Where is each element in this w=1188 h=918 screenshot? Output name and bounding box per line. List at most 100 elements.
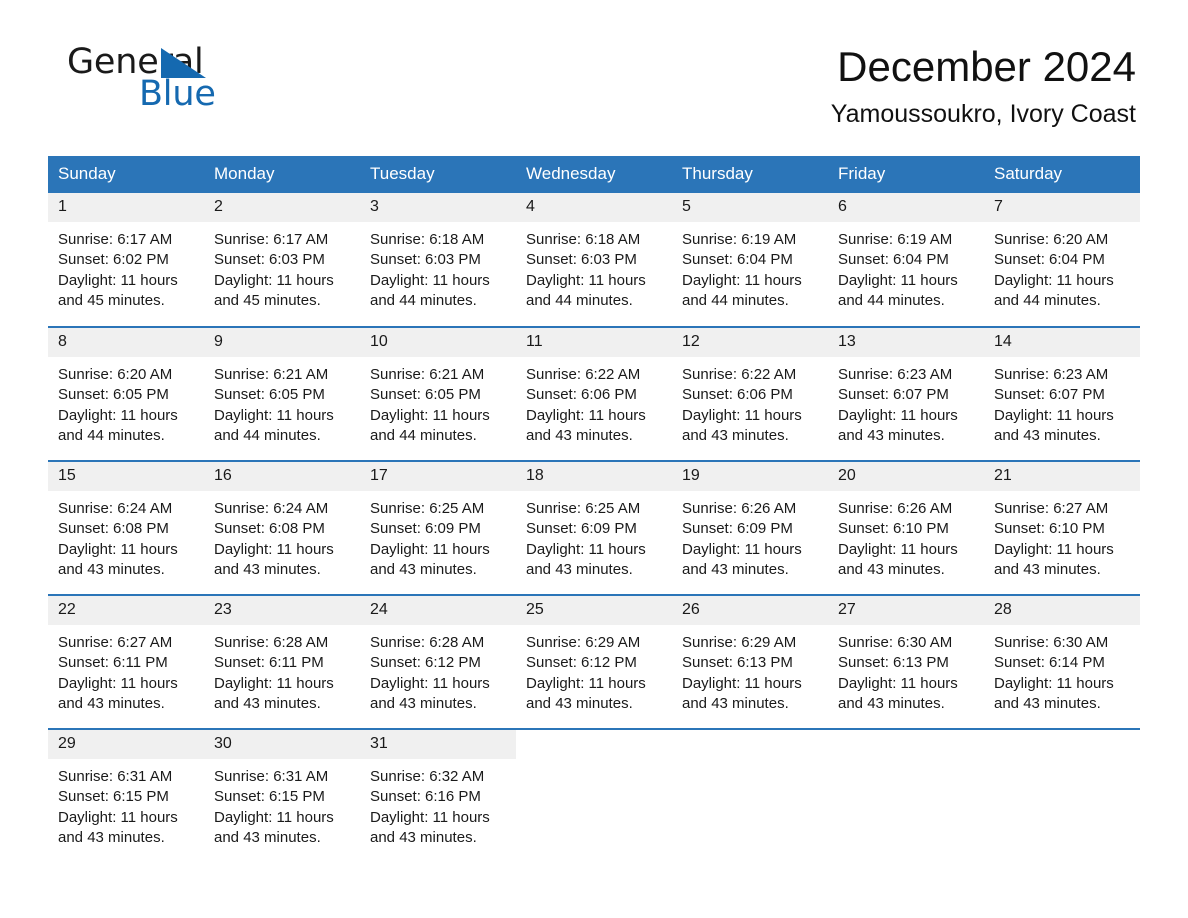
day-daylight-line1-text: Daylight: 11 hours xyxy=(214,540,334,558)
day-daylight-line1-text: Daylight: 11 hours xyxy=(370,271,490,289)
day-number: 18 xyxy=(516,462,672,491)
day-sunrise-text: Sunrise: 6:24 AM xyxy=(214,500,329,517)
day-number: 10 xyxy=(360,328,516,357)
day-daylight-line1-text: Daylight: 11 hours xyxy=(214,271,334,289)
day-daylight-line2-text: and 43 minutes. xyxy=(214,828,321,846)
day-daylight-line1-text: Daylight: 11 hours xyxy=(58,271,178,289)
day-number: 25 xyxy=(516,596,672,625)
calendar-day-cell[interactable]: 6 Sunrise: 6:19 AM Sunset: 6:04 PM Daylight… xyxy=(828,193,984,327)
day-daylight-line2-text: and 43 minutes. xyxy=(370,560,477,578)
day-daylight-line2-text: and 44 minutes. xyxy=(838,291,945,309)
calendar-day-cell[interactable]: 16 Sunrise: 6:24 AM Sunset: 6:08 PM Dayligh… xyxy=(204,461,360,595)
day-number: 28 xyxy=(984,596,1140,625)
calendar-page: General Blue December 2024 Yamoussoukro,… xyxy=(0,0,1188,918)
day-daylight-line1-text: Daylight: 11 hours xyxy=(682,674,802,692)
day-number: 22 xyxy=(48,596,204,625)
calendar-day-cell[interactable]: 17 Sunrise: 6:25 AM Sunset: 6:09 PM Dayligh… xyxy=(360,461,516,595)
calendar-day-cell[interactable]: 13 Sunrise: 6:23 AM Sunset: 6:07 PM Dayligh… xyxy=(828,327,984,461)
day-daylight-line2-text: and 43 minutes. xyxy=(58,694,165,712)
day-number: 5 xyxy=(672,193,828,222)
day-number: 21 xyxy=(984,462,1140,491)
day-sunset-text: Sunset: 6:07 PM xyxy=(994,386,1105,404)
day-daylight-line2-text: and 44 minutes. xyxy=(58,426,165,444)
day-daylight-line1-text: Daylight: 11 hours xyxy=(370,540,490,558)
day-daylight-line2-text: and 43 minutes. xyxy=(370,694,477,712)
day-sunrise-text: Sunrise: 6:18 AM xyxy=(370,231,485,248)
calendar-day-cell[interactable]: 28 Sunrise: 6:30 AM Sunset: 6:14 PM Dayligh… xyxy=(984,595,1140,729)
day-details: Sunrise: 6:20 AM Sunset: 6:05 PM Daylight:… xyxy=(48,357,204,446)
day-sunset-text: Sunset: 6:05 PM xyxy=(214,386,325,404)
calendar-day-cell[interactable]: 11 Sunrise: 6:22 AM Sunset: 6:06 PM Dayligh… xyxy=(516,327,672,461)
day-sunset-text: Sunset: 6:13 PM xyxy=(682,654,793,672)
day-daylight-line1-text: Daylight: 11 hours xyxy=(682,540,802,558)
day-details: Sunrise: 6:19 AM Sunset: 6:04 PM Daylight:… xyxy=(828,222,984,311)
calendar-day-cell[interactable]: 15 Sunrise: 6:24 AM Sunset: 6:08 PM Dayligh… xyxy=(48,461,204,595)
day-details xyxy=(984,759,1140,767)
day-number xyxy=(672,730,828,759)
day-sunrise-text: Sunrise: 6:21 AM xyxy=(370,366,485,383)
day-sunrise-text: Sunrise: 6:29 AM xyxy=(526,634,641,651)
day-number: 15 xyxy=(48,462,204,491)
calendar-day-cell[interactable]: 8 Sunrise: 6:20 AM Sunset: 6:05 PM Daylight… xyxy=(48,327,204,461)
day-sunset-text: Sunset: 6:11 PM xyxy=(58,654,168,672)
title-block: December 2024 Yamoussoukro, Ivory Coast xyxy=(831,42,1136,129)
general-blue-logo[interactable]: General Blue xyxy=(58,43,328,115)
day-daylight-line2-text: and 43 minutes. xyxy=(58,828,165,846)
day-sunset-text: Sunset: 6:11 PM xyxy=(214,654,324,672)
day-daylight-line1-text: Daylight: 11 hours xyxy=(526,271,646,289)
day-sunset-text: Sunset: 6:05 PM xyxy=(58,386,169,404)
day-daylight-line2-text: and 43 minutes. xyxy=(838,426,945,444)
day-number: 2 xyxy=(204,193,360,222)
calendar-day-cell[interactable]: 3 Sunrise: 6:18 AM Sunset: 6:03 PM Daylight… xyxy=(360,193,516,327)
calendar-day-cell[interactable]: 27 Sunrise: 6:30 AM Sunset: 6:13 PM Dayligh… xyxy=(828,595,984,729)
calendar-day-cell[interactable]: 21 Sunrise: 6:27 AM Sunset: 6:10 PM Dayligh… xyxy=(984,461,1140,595)
day-details: Sunrise: 6:30 AM Sunset: 6:14 PM Daylight:… xyxy=(984,625,1140,714)
calendar-day-cell[interactable]: 7 Sunrise: 6:20 AM Sunset: 6:04 PM Daylight… xyxy=(984,193,1140,327)
day-details: Sunrise: 6:17 AM Sunset: 6:02 PM Daylight:… xyxy=(48,222,204,311)
day-details xyxy=(516,759,672,767)
calendar-day-cell[interactable]: 26 Sunrise: 6:29 AM Sunset: 6:13 PM Dayligh… xyxy=(672,595,828,729)
day-number: 3 xyxy=(360,193,516,222)
calendar-day-cell[interactable]: 19 Sunrise: 6:26 AM Sunset: 6:09 PM Dayligh… xyxy=(672,461,828,595)
day-daylight-line2-text: and 45 minutes. xyxy=(214,291,321,309)
calendar-day-cell[interactable]: 2 Sunrise: 6:17 AM Sunset: 6:03 PM Daylight… xyxy=(204,193,360,327)
day-sunset-text: Sunset: 6:06 PM xyxy=(682,386,793,404)
day-daylight-line1-text: Daylight: 11 hours xyxy=(526,406,646,424)
day-daylight-line2-text: and 43 minutes. xyxy=(682,694,789,712)
calendar-day-cell[interactable]: 31 Sunrise: 6:32 AM Sunset: 6:16 PM Dayligh… xyxy=(360,729,516,863)
calendar-day-cell[interactable]: 10 Sunrise: 6:21 AM Sunset: 6:05 PM Dayligh… xyxy=(360,327,516,461)
calendar-day-cell[interactable]: 23 Sunrise: 6:28 AM Sunset: 6:11 PM Dayligh… xyxy=(204,595,360,729)
day-number: 13 xyxy=(828,328,984,357)
calendar-day-cell[interactable]: 1 Sunrise: 6:17 AM Sunset: 6:02 PM Daylight… xyxy=(48,193,204,327)
day-daylight-line1-text: Daylight: 11 hours xyxy=(58,540,178,558)
calendar-day-cell-empty xyxy=(984,729,1140,863)
day-daylight-line1-text: Daylight: 11 hours xyxy=(370,406,490,424)
day-sunrise-text: Sunrise: 6:21 AM xyxy=(214,366,329,383)
day-details: Sunrise: 6:25 AM Sunset: 6:09 PM Daylight:… xyxy=(360,491,516,580)
day-sunrise-text: Sunrise: 6:31 AM xyxy=(58,768,173,785)
calendar-day-cell[interactable]: 22 Sunrise: 6:27 AM Sunset: 6:11 PM Dayligh… xyxy=(48,595,204,729)
day-details: Sunrise: 6:23 AM Sunset: 6:07 PM Daylight:… xyxy=(828,357,984,446)
day-daylight-line2-text: and 44 minutes. xyxy=(370,291,477,309)
calendar-day-cell[interactable]: 29 Sunrise: 6:31 AM Sunset: 6:15 PM Dayligh… xyxy=(48,729,204,863)
calendar-day-cell[interactable]: 14 Sunrise: 6:23 AM Sunset: 6:07 PM Dayligh… xyxy=(984,327,1140,461)
day-details: Sunrise: 6:24 AM Sunset: 6:08 PM Daylight:… xyxy=(204,491,360,580)
day-sunset-text: Sunset: 6:10 PM xyxy=(838,520,949,538)
calendar-day-cell[interactable]: 12 Sunrise: 6:22 AM Sunset: 6:06 PM Dayligh… xyxy=(672,327,828,461)
calendar-day-cell[interactable]: 24 Sunrise: 6:28 AM Sunset: 6:12 PM Dayligh… xyxy=(360,595,516,729)
calendar-day-cell[interactable]: 30 Sunrise: 6:31 AM Sunset: 6:15 PM Dayligh… xyxy=(204,729,360,863)
day-details: Sunrise: 6:21 AM Sunset: 6:05 PM Daylight:… xyxy=(204,357,360,446)
calendar-day-cell[interactable]: 9 Sunrise: 6:21 AM Sunset: 6:05 PM Daylight… xyxy=(204,327,360,461)
calendar-day-cell[interactable]: 18 Sunrise: 6:25 AM Sunset: 6:09 PM Dayligh… xyxy=(516,461,672,595)
day-daylight-line2-text: and 44 minutes. xyxy=(682,291,789,309)
day-sunrise-text: Sunrise: 6:19 AM xyxy=(682,231,797,248)
calendar-day-cell[interactable]: 5 Sunrise: 6:19 AM Sunset: 6:04 PM Daylight… xyxy=(672,193,828,327)
day-sunset-text: Sunset: 6:12 PM xyxy=(526,654,637,672)
day-number: 29 xyxy=(48,730,204,759)
day-details: Sunrise: 6:27 AM Sunset: 6:11 PM Daylight:… xyxy=(48,625,204,714)
day-details: Sunrise: 6:27 AM Sunset: 6:10 PM Daylight:… xyxy=(984,491,1140,580)
calendar-day-cell[interactable]: 25 Sunrise: 6:29 AM Sunset: 6:12 PM Dayligh… xyxy=(516,595,672,729)
calendar-day-cell[interactable]: 20 Sunrise: 6:26 AM Sunset: 6:10 PM Dayligh… xyxy=(828,461,984,595)
day-number: 1 xyxy=(48,193,204,222)
calendar-day-cell[interactable]: 4 Sunrise: 6:18 AM Sunset: 6:03 PM Daylight… xyxy=(516,193,672,327)
